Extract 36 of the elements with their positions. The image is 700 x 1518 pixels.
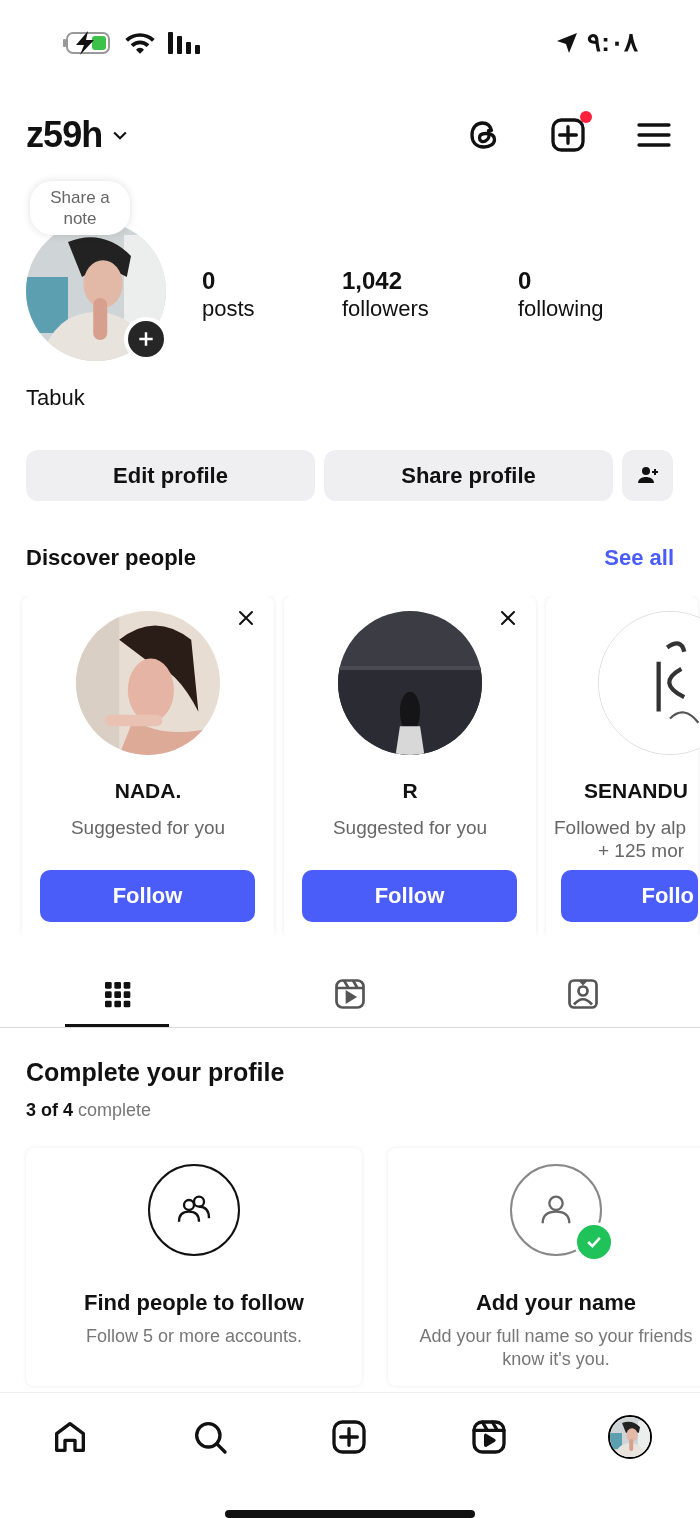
note-bubble[interactable]: Share a note xyxy=(30,180,130,235)
section-title: Complete your profile xyxy=(26,1056,286,1088)
battery-charging-icon xyxy=(62,29,112,56)
section-title: Discover people xyxy=(26,543,196,572)
suggested-user-name: NADA. xyxy=(114,777,182,804)
stat-label: followers xyxy=(342,294,430,323)
stat-count: 0 xyxy=(202,266,217,295)
progress-text: 3 of 4 complete xyxy=(26,1099,153,1122)
suggestion-reason: + 125 mor xyxy=(597,839,685,862)
account-switcher[interactable]: z59h xyxy=(26,108,131,163)
reels-icon xyxy=(332,976,368,1012)
task-description: Follow 5 or more accounts. xyxy=(84,1325,304,1348)
task-title: Find people to follow xyxy=(84,1289,304,1317)
status-time: ٩:٠٨ xyxy=(587,26,638,60)
stat-label: following xyxy=(518,294,605,323)
stat-label: posts xyxy=(202,294,256,323)
profile-action-button[interactable]: Edit profile xyxy=(26,449,315,501)
add-person-button[interactable] xyxy=(622,449,673,501)
suggestion-reason: Followed by alp xyxy=(554,816,687,839)
follow-button[interactable]: Follow xyxy=(302,869,517,922)
task-title: Add your name xyxy=(475,1289,637,1317)
suggestion-reason: Suggested for you xyxy=(332,816,488,839)
location-arrow-icon xyxy=(555,30,580,55)
task-description: Add your full name so your friends know it's you. xyxy=(418,1325,694,1371)
profile-bio: Tabuk xyxy=(26,384,85,410)
suggested-user-name: R xyxy=(402,777,418,804)
suggestion-reason: Suggested for you xyxy=(70,816,226,839)
follow-button[interactable]: Follow xyxy=(40,869,255,922)
suggested-user-name: SENANDU xyxy=(583,777,688,804)
stat-count: 0 xyxy=(518,266,533,295)
wifi-icon xyxy=(124,30,156,55)
profile-tab[interactable] xyxy=(608,1414,652,1459)
follow-button[interactable]: Follo xyxy=(561,869,698,922)
see-all-link[interactable]: See all xyxy=(604,540,674,574)
stat-count: 1,042 xyxy=(342,266,404,295)
profile-action-button[interactable]: Share profile xyxy=(324,449,613,501)
